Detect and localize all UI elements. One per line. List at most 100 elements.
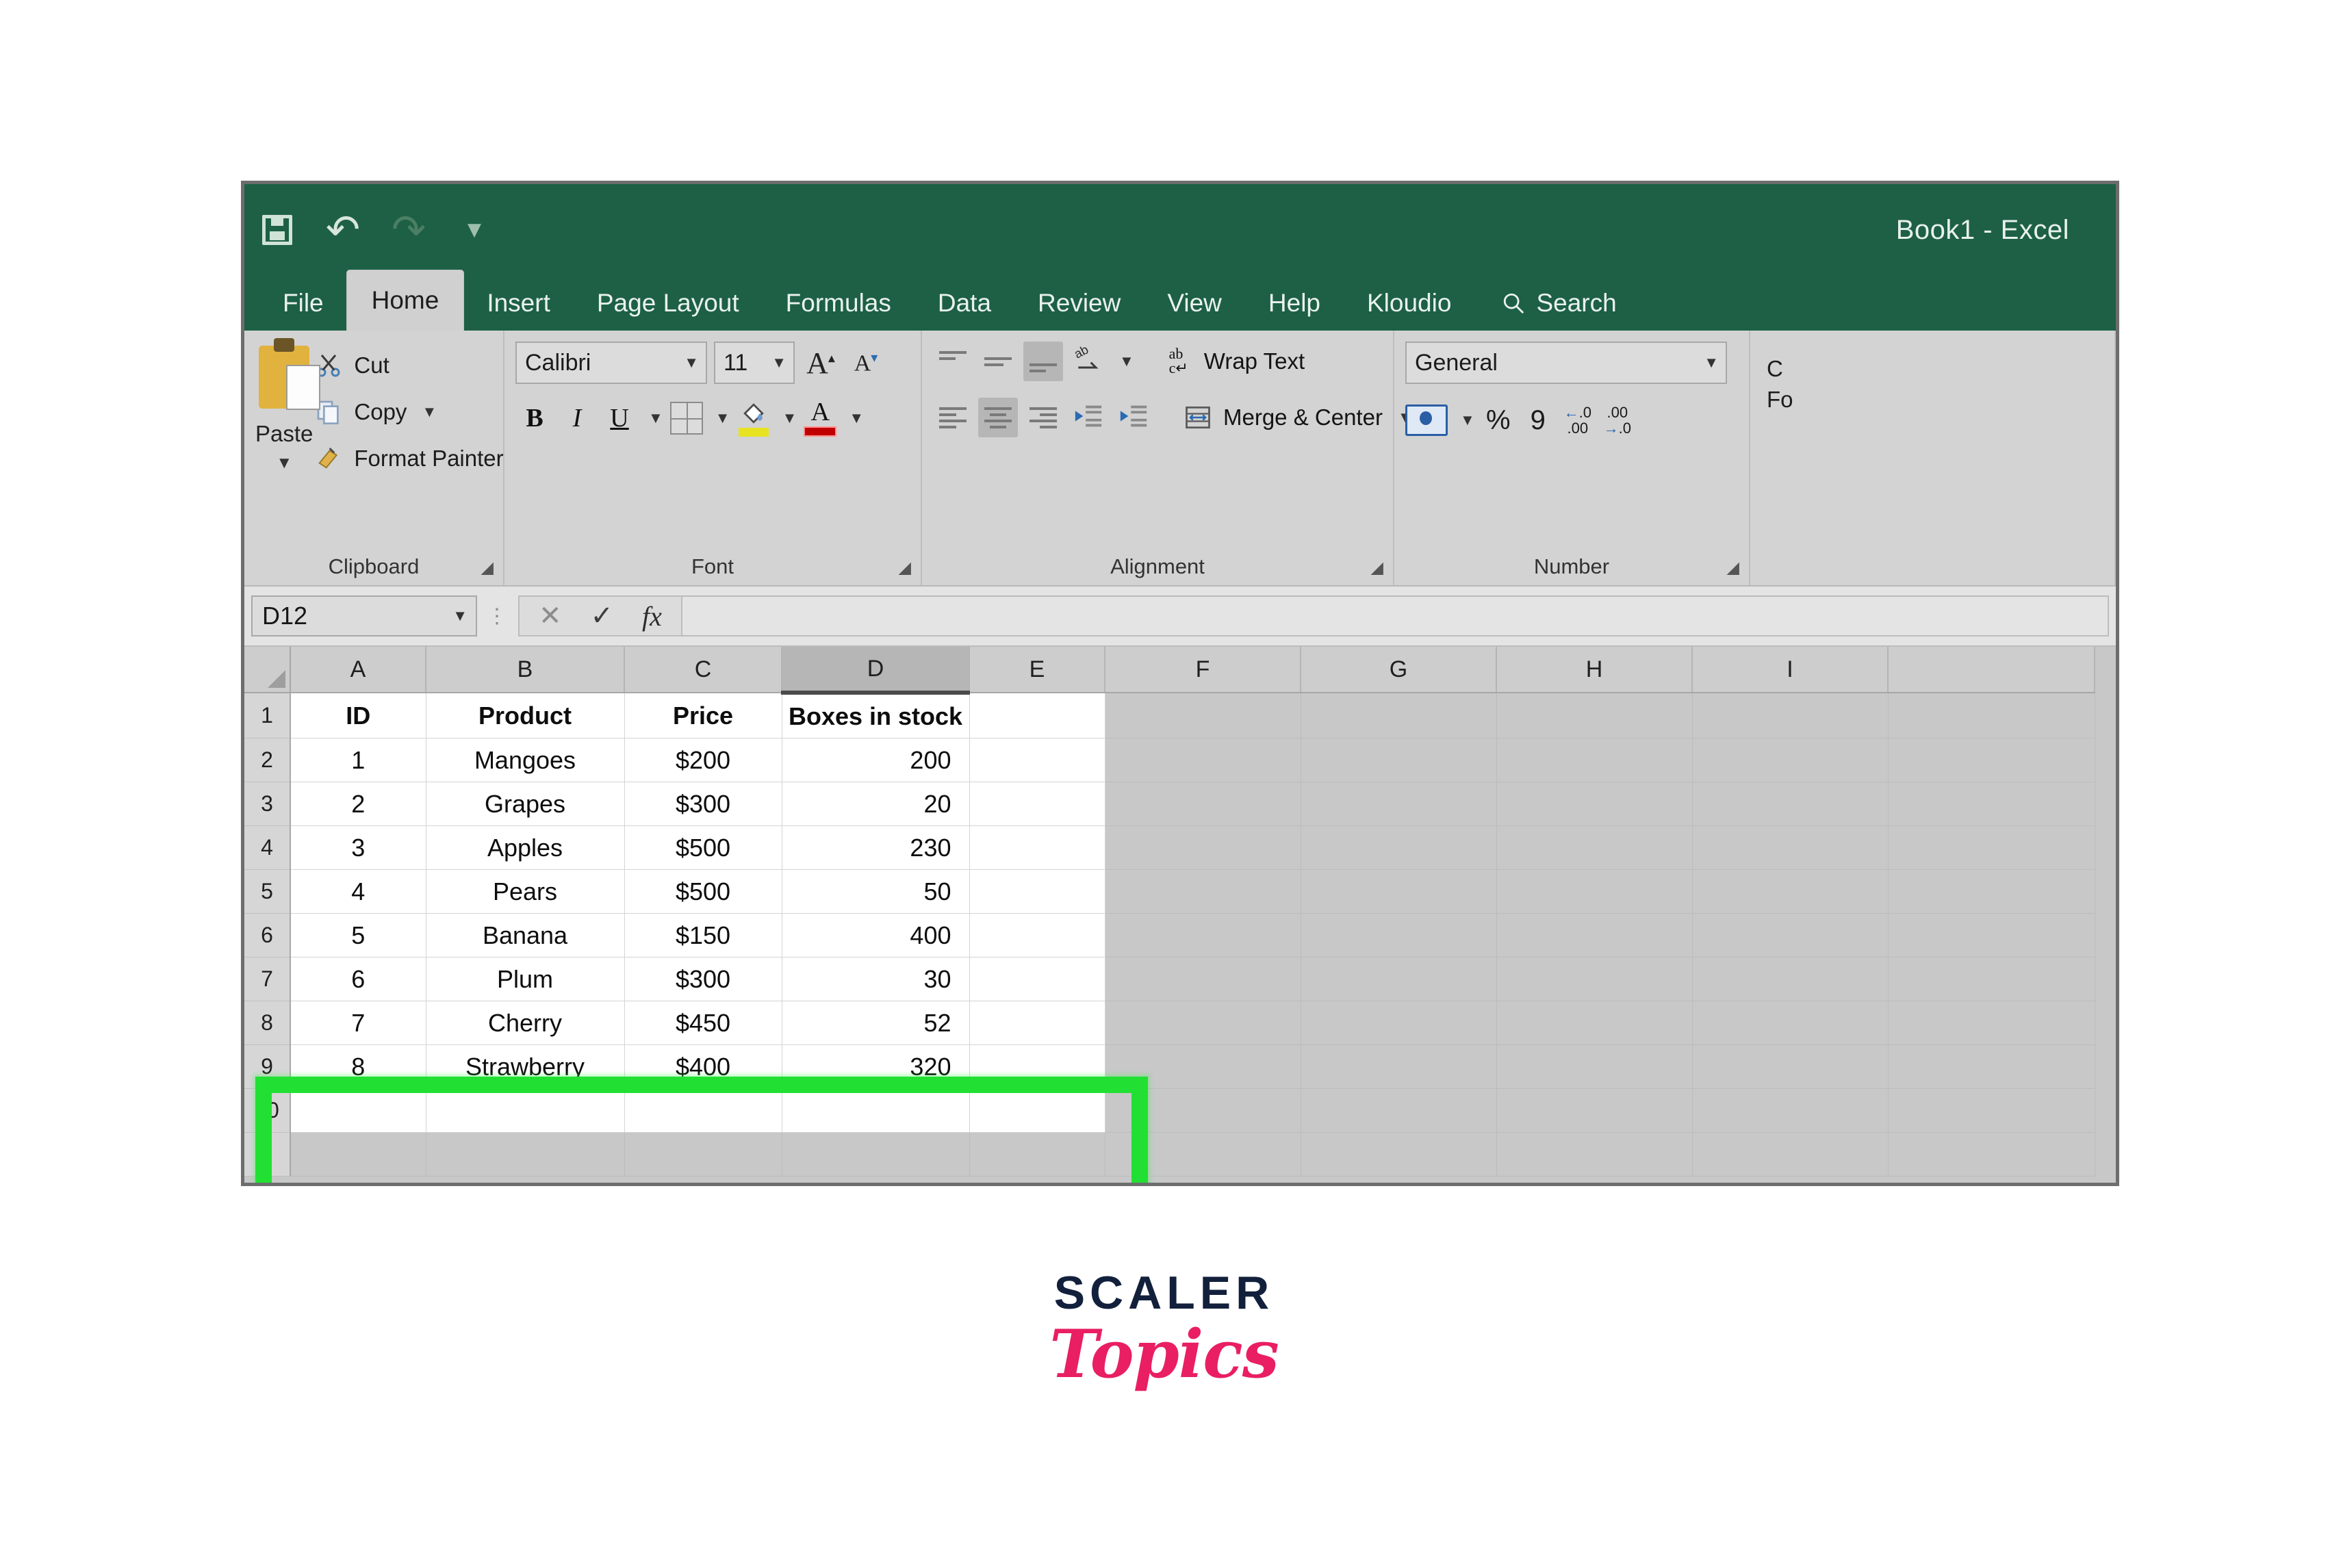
cell-a1[interactable]: ID — [290, 693, 426, 738]
cell-j9[interactable] — [1888, 1044, 2095, 1089]
undo-button[interactable]: ↶ — [310, 197, 376, 263]
number-format-select[interactable]: General ▼ — [1405, 342, 1727, 384]
row-header-10[interactable]: 10 — [244, 1088, 291, 1133]
cell-f3[interactable] — [1105, 782, 1301, 826]
row-header-5[interactable]: 5 — [244, 869, 291, 914]
cell-e7[interactable] — [969, 957, 1105, 1001]
row-header-1[interactable]: 1 — [244, 693, 291, 738]
increase-indent-button[interactable] — [1114, 398, 1153, 437]
row-header-3[interactable]: 3 — [244, 782, 291, 826]
cell-f5[interactable] — [1105, 869, 1301, 914]
tab-file[interactable]: File — [259, 276, 347, 331]
cell-b8[interactable]: Cherry — [426, 1001, 625, 1045]
tab-review[interactable]: Review — [1014, 276, 1144, 331]
orientation-button[interactable]: ab — [1069, 342, 1108, 381]
cell-a4[interactable]: 3 — [290, 825, 426, 870]
cell-j1[interactable] — [1888, 693, 2095, 738]
row-header-4[interactable]: 4 — [244, 825, 291, 870]
cell-d10[interactable] — [782, 1088, 970, 1133]
cell-a2[interactable]: 1 — [290, 738, 426, 782]
cell-i9[interactable] — [1692, 1044, 1889, 1089]
font-dialog-launcher-icon[interactable]: ◢ — [899, 558, 911, 577]
cell-h9[interactable] — [1496, 1044, 1693, 1089]
cell-g2[interactable] — [1301, 738, 1497, 782]
cell-d6[interactable]: 400 — [782, 913, 970, 957]
percent-format-button[interactable]: % — [1482, 400, 1515, 440]
cell-a6[interactable]: 5 — [290, 913, 426, 957]
cell-g6[interactable] — [1301, 913, 1497, 957]
cell-g11[interactable] — [1301, 1132, 1497, 1177]
column-header-h[interactable]: H — [1496, 647, 1693, 693]
tab-help[interactable]: Help — [1245, 276, 1344, 331]
cell-d7[interactable]: 30 — [782, 957, 970, 1001]
increase-font-size-button[interactable]: A▴ — [802, 344, 840, 382]
column-header-j[interactable] — [1888, 647, 2095, 693]
cell-c3[interactable]: $300 — [624, 782, 782, 826]
cell-i1[interactable] — [1692, 693, 1889, 738]
decrease-decimal-button[interactable]: .00 →.0 — [1601, 400, 1634, 440]
cell-i3[interactable] — [1692, 782, 1889, 826]
row-header-11[interactable] — [244, 1132, 291, 1177]
customize-quick-access-button[interactable]: ▼ — [442, 197, 507, 263]
cell-g4[interactable] — [1301, 825, 1497, 870]
align-bottom-button[interactable] — [1023, 342, 1063, 381]
cell-h2[interactable] — [1496, 738, 1693, 782]
row-header-9[interactable]: 9 — [244, 1044, 291, 1089]
cell-h8[interactable] — [1496, 1001, 1693, 1045]
cell-f11[interactable] — [1105, 1132, 1301, 1177]
paste-button[interactable]: Paste ▼ — [255, 338, 321, 473]
comma-style-button[interactable]: 9 — [1522, 400, 1555, 440]
cell-e10[interactable] — [969, 1088, 1105, 1133]
cell-f4[interactable] — [1105, 825, 1301, 870]
font-color-button[interactable]: A — [801, 398, 839, 437]
cell-a10[interactable] — [290, 1088, 426, 1133]
select-all-corner[interactable] — [244, 647, 291, 693]
cell-g9[interactable] — [1301, 1044, 1497, 1089]
column-header-d[interactable]: D — [782, 647, 970, 695]
cut-button[interactable]: Cut — [313, 344, 503, 387]
cell-g7[interactable] — [1301, 957, 1497, 1001]
align-left-button[interactable] — [933, 398, 973, 437]
cell-b5[interactable]: Pears — [426, 869, 625, 914]
column-header-c[interactable]: C — [624, 647, 782, 693]
wrap-text-button[interactable]: ab c↵ Wrap Text — [1163, 342, 1305, 381]
tab-data[interactable]: Data — [914, 276, 1014, 331]
cell-h6[interactable] — [1496, 913, 1693, 957]
cell-j3[interactable] — [1888, 782, 2095, 826]
cell-i4[interactable] — [1692, 825, 1889, 870]
cell-c2[interactable]: $200 — [624, 738, 782, 782]
cell-j10[interactable] — [1888, 1088, 2095, 1133]
chevron-down-icon[interactable]: ▼ — [422, 403, 437, 421]
cell-i6[interactable] — [1692, 913, 1889, 957]
cell-e2[interactable] — [969, 738, 1105, 782]
fill-color-button[interactable] — [734, 399, 773, 437]
cell-j2[interactable] — [1888, 738, 2095, 782]
cell-b11[interactable] — [426, 1132, 625, 1177]
clipboard-dialog-launcher-icon[interactable]: ◢ — [481, 558, 494, 577]
tab-insert[interactable]: Insert — [463, 276, 574, 331]
cell-i2[interactable] — [1692, 738, 1889, 782]
cell-f9[interactable] — [1105, 1044, 1301, 1089]
cell-i7[interactable] — [1692, 957, 1889, 1001]
chevron-down-icon[interactable]: ▼ — [648, 409, 663, 427]
cell-h1[interactable] — [1496, 693, 1693, 738]
align-middle-button[interactable] — [978, 342, 1018, 381]
cell-e4[interactable] — [969, 825, 1105, 870]
cell-b7[interactable]: Plum — [426, 957, 625, 1001]
cell-b2[interactable]: Mangoes — [426, 738, 625, 782]
insert-function-icon[interactable]: fx — [642, 600, 662, 632]
cell-j8[interactable] — [1888, 1001, 2095, 1045]
cell-c8[interactable]: $450 — [624, 1001, 782, 1045]
cell-j7[interactable] — [1888, 957, 2095, 1001]
tab-home[interactable]: Home — [346, 270, 464, 331]
cell-d11[interactable] — [782, 1132, 970, 1177]
cell-g1[interactable] — [1301, 693, 1497, 738]
cell-b4[interactable]: Apples — [426, 825, 625, 870]
cell-f1[interactable] — [1105, 693, 1301, 738]
redo-button[interactable]: ↷ — [376, 197, 442, 263]
cell-g10[interactable] — [1301, 1088, 1497, 1133]
cancel-x-icon[interactable]: ✕ — [539, 600, 562, 632]
cell-d5[interactable]: 50 — [782, 869, 970, 914]
cell-b3[interactable]: Grapes — [426, 782, 625, 826]
cell-i8[interactable] — [1692, 1001, 1889, 1045]
